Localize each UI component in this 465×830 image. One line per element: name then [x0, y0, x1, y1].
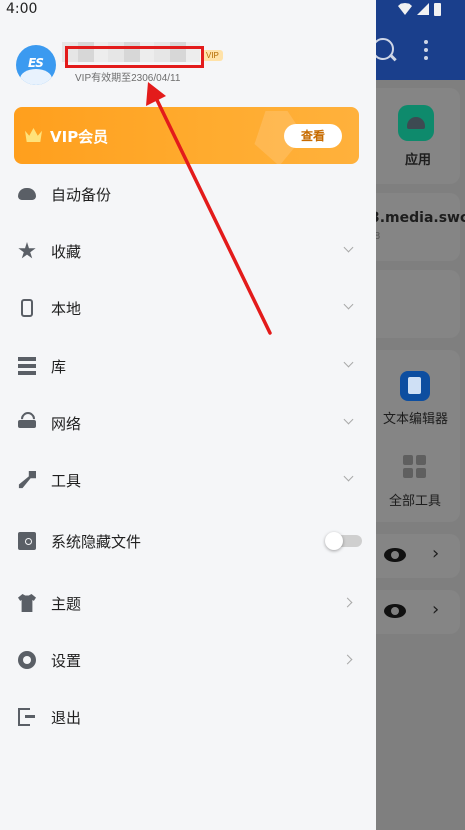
chevron-down-icon — [343, 299, 354, 310]
view-vip-button[interactable]: 查看 — [284, 124, 342, 148]
shirt-icon — [18, 594, 36, 612]
toggle-knob — [325, 532, 343, 550]
menu-item-network[interactable]: 网络 — [0, 401, 376, 445]
menu-label: 系统隐藏文件 — [51, 533, 142, 551]
chevron-right-icon — [342, 654, 353, 665]
hidden-files-toggle[interactable] — [325, 532, 362, 550]
gear-icon — [18, 651, 36, 669]
crown-icon — [25, 128, 42, 142]
menu-item-auto-backup[interactable]: 自动备份 — [0, 172, 376, 216]
menu-item-tools[interactable]: 工具 — [0, 458, 376, 502]
apps-label: 应用 — [405, 153, 432, 168]
text-editor-icon — [400, 371, 430, 401]
search-icon — [376, 38, 394, 60]
star-icon — [18, 242, 36, 259]
menu-item-favorites[interactable]: 收藏 — [0, 229, 376, 273]
eye-icon — [384, 604, 406, 618]
wifi-icon — [398, 3, 412, 15]
menu-label: 退出 — [51, 709, 82, 727]
background-app: 应用 3.media.swc... 8 文本编辑器 全部工具 › › — [376, 0, 465, 830]
chevron-down-icon — [343, 357, 354, 368]
file-name: 3.media.swc... — [376, 210, 465, 226]
text-editor-label: 文本编辑器 — [383, 412, 449, 427]
chevron-right-icon: › — [432, 599, 440, 620]
status-bar: 4:00 — [0, 0, 465, 20]
chevron-down-icon — [343, 242, 354, 253]
more-icon — [424, 40, 428, 60]
router-icon — [18, 420, 36, 428]
background-empty-card — [376, 270, 460, 338]
android-app-icon — [398, 105, 434, 141]
wrench-icon — [18, 471, 36, 489]
vip-card-title: VIP会员 — [50, 128, 109, 146]
menu-label: 本地 — [51, 300, 82, 318]
menu-item-hidden-files[interactable]: 系统隐藏文件 — [0, 519, 376, 563]
avatar[interactable]: ES — [16, 45, 56, 85]
chevron-right-icon: › — [432, 543, 440, 564]
menu-label: 工具 — [51, 472, 82, 490]
all-tools-label: 全部工具 — [389, 494, 442, 509]
vip-expiry-text: VIP有效期至2306/04/11 — [75, 73, 181, 84]
menu-item-local[interactable]: 本地 — [0, 286, 376, 330]
menu-label: 自动备份 — [51, 186, 112, 204]
menu-item-library[interactable]: 库 — [0, 344, 376, 388]
phone-icon — [21, 299, 33, 317]
annotation-highlight-box — [65, 46, 204, 68]
background-file-card — [376, 193, 460, 261]
menu-label: 库 — [51, 358, 67, 376]
vip-membership-card[interactable]: VIP会员 查看 — [14, 107, 359, 164]
status-icons — [398, 3, 441, 16]
battery-icon — [434, 3, 441, 16]
navigation-drawer: ES VIP VIP有效期至2306/04/11 VIP会员 查看 自动备份 收… — [0, 0, 376, 830]
menu-label: 主题 — [51, 595, 82, 613]
chevron-down-icon — [343, 414, 354, 425]
menu-label: 网络 — [51, 415, 82, 433]
eye-icon — [384, 548, 406, 562]
menu-item-settings[interactable]: 设置 — [0, 638, 376, 682]
file-sub: 8 — [376, 231, 381, 242]
hidden-file-icon — [18, 532, 36, 550]
layers-icon — [18, 357, 36, 375]
all-tools-icon — [403, 455, 427, 479]
menu-label: 设置 — [51, 652, 82, 670]
vip-badge: VIP — [202, 50, 223, 61]
signal-icon — [417, 3, 429, 15]
menu-label: 收藏 — [51, 243, 82, 261]
menu-item-exit[interactable]: 退出 — [0, 695, 376, 739]
exit-icon — [18, 708, 35, 726]
status-time: 4:00 — [6, 1, 38, 17]
cloud-backup-icon — [18, 188, 36, 200]
menu-item-theme[interactable]: 主题 — [0, 581, 376, 625]
chevron-down-icon — [343, 471, 354, 482]
chevron-right-icon — [342, 597, 353, 608]
app-logo-icon: ES — [28, 56, 44, 70]
